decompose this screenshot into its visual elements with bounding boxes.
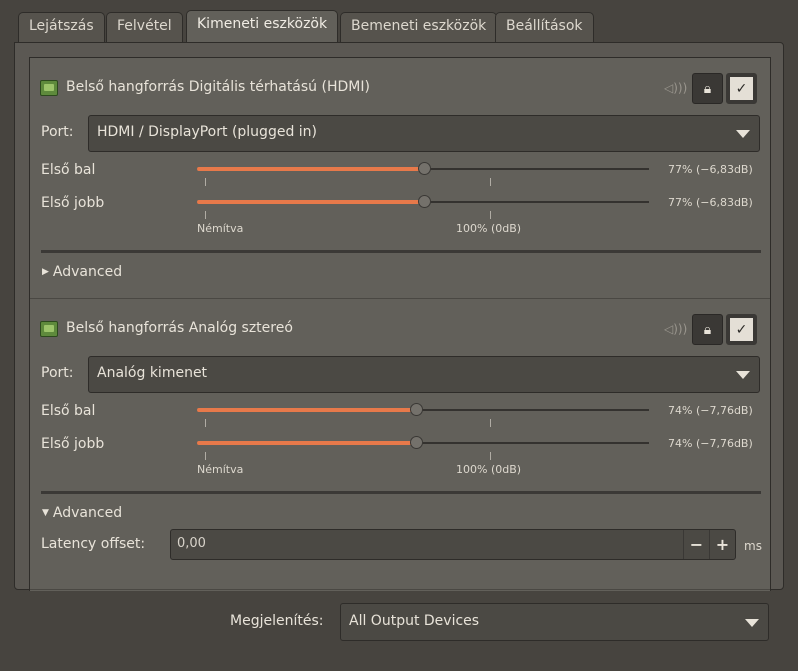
show-devices-value: All Output Devices xyxy=(349,613,480,629)
tick-100 xyxy=(490,211,491,219)
tick-100 xyxy=(490,452,491,460)
separator xyxy=(41,491,761,494)
device-list[interactable]: Belső hangforrás Digitális térhatású (HD… xyxy=(29,57,771,591)
sound-card-icon xyxy=(40,321,58,337)
latency-input[interactable]: 0,00 xyxy=(171,530,683,559)
port-combo[interactable]: HDMI / DisplayPort (plugged in) xyxy=(88,115,760,152)
latency-offset-spinbox[interactable]: 0,00 − + xyxy=(170,529,736,560)
slider-fill xyxy=(197,200,425,204)
lock-icon: 🔒︎ xyxy=(703,80,712,97)
channel-label: Első bal xyxy=(41,162,96,178)
mark-100: 100% (0dB) xyxy=(456,222,522,235)
volume-slider[interactable] xyxy=(197,194,649,210)
mark-muted: Némítva xyxy=(197,222,244,235)
tab-output-devices[interactable]: Kimeneti eszközök xyxy=(186,10,339,44)
device-separator xyxy=(30,589,770,590)
port-value: Analóg kimenet xyxy=(97,365,208,381)
dropdown-arrow-icon xyxy=(736,130,750,138)
tick-100 xyxy=(490,419,491,427)
slider-knob[interactable] xyxy=(409,436,423,449)
slider-fill xyxy=(197,441,416,445)
show-label: Megjelenítés: xyxy=(230,613,324,629)
dropdown-arrow-icon xyxy=(745,619,759,627)
latency-unit: ms xyxy=(744,539,762,553)
speaker-icon: ◁))) xyxy=(664,81,688,95)
chevron-right-icon: ▶ xyxy=(42,267,49,277)
mark-100: 100% (0dB) xyxy=(456,463,522,476)
volume-value: 74% (−7,76dB) xyxy=(668,437,753,450)
tab-bar: Lejátszás Felvétel Kimeneti eszközök Bem… xyxy=(0,0,798,44)
volume-slider[interactable] xyxy=(197,435,649,451)
dropdown-arrow-icon xyxy=(736,371,750,379)
device-hdmi: Belső hangforrás Digitális térhatású (HD… xyxy=(30,58,770,298)
volume-value: 77% (−6,83dB) xyxy=(668,163,753,176)
advanced-label: Advanced xyxy=(52,505,123,521)
device-title: Belső hangforrás Digitális térhatású (HD… xyxy=(66,79,370,95)
volume-slider[interactable] xyxy=(197,161,649,177)
lock-channels-button[interactable]: 🔒︎ xyxy=(692,314,723,345)
port-combo[interactable]: Analóg kimenet xyxy=(88,356,760,393)
show-devices-combo[interactable]: All Output Devices xyxy=(340,603,769,641)
set-default-button[interactable]: ✓ xyxy=(726,314,757,345)
tab-configuration[interactable]: Beállítások xyxy=(495,12,594,43)
volume-slider[interactable] xyxy=(197,402,649,418)
tick-muted xyxy=(205,211,206,219)
check-icon: ✓ xyxy=(735,80,748,97)
mark-muted: Némítva xyxy=(197,463,244,476)
device-title: Belső hangforrás Analóg sztereó xyxy=(66,320,293,336)
advanced-expander[interactable]: ▶ Advanced xyxy=(42,264,122,280)
device-analog: Belső hangforrás Analóg sztereó ◁))) 🔒︎ … xyxy=(30,299,770,589)
chevron-down-icon: ▼ xyxy=(42,508,49,518)
check-icon: ✓ xyxy=(735,321,748,338)
slider-fill xyxy=(197,167,425,171)
sound-card-icon xyxy=(40,80,58,96)
port-value: HDMI / DisplayPort (plugged in) xyxy=(97,124,318,140)
lock-icon: 🔒︎ xyxy=(703,321,712,338)
speaker-icon: ◁))) xyxy=(664,322,688,336)
volume-value: 77% (−6,83dB) xyxy=(668,196,753,209)
advanced-label: Advanced xyxy=(52,264,123,280)
volume-value: 74% (−7,76dB) xyxy=(668,404,753,417)
port-label: Port: xyxy=(41,365,74,381)
tab-input-devices[interactable]: Bemeneti eszközök xyxy=(340,12,498,43)
tick-muted xyxy=(205,419,206,427)
tab-recording[interactable]: Felvétel xyxy=(106,12,183,43)
decrement-button[interactable]: − xyxy=(683,530,709,559)
increment-button[interactable]: + xyxy=(709,530,735,559)
tick-100 xyxy=(490,178,491,186)
slider-knob[interactable] xyxy=(409,403,423,416)
channel-label: Első jobb xyxy=(41,195,105,211)
output-devices-panel: Belső hangforrás Digitális térhatású (HD… xyxy=(14,42,784,591)
slider-knob[interactable] xyxy=(418,195,432,208)
advanced-expander[interactable]: ▼ Advanced xyxy=(42,505,122,521)
port-label: Port: xyxy=(41,124,74,140)
tick-muted xyxy=(205,178,206,186)
tick-muted xyxy=(205,452,206,460)
tab-playback[interactable]: Lejátszás xyxy=(18,12,105,43)
slider-knob[interactable] xyxy=(418,162,432,175)
lock-channels-button[interactable]: 🔒︎ xyxy=(692,73,723,104)
channel-label: Első bal xyxy=(41,403,96,419)
latency-label: Latency offset: xyxy=(41,536,146,552)
channel-label: Első jobb xyxy=(41,436,105,452)
set-default-button[interactable]: ✓ xyxy=(726,73,757,104)
slider-fill xyxy=(197,408,416,412)
separator xyxy=(41,250,761,253)
